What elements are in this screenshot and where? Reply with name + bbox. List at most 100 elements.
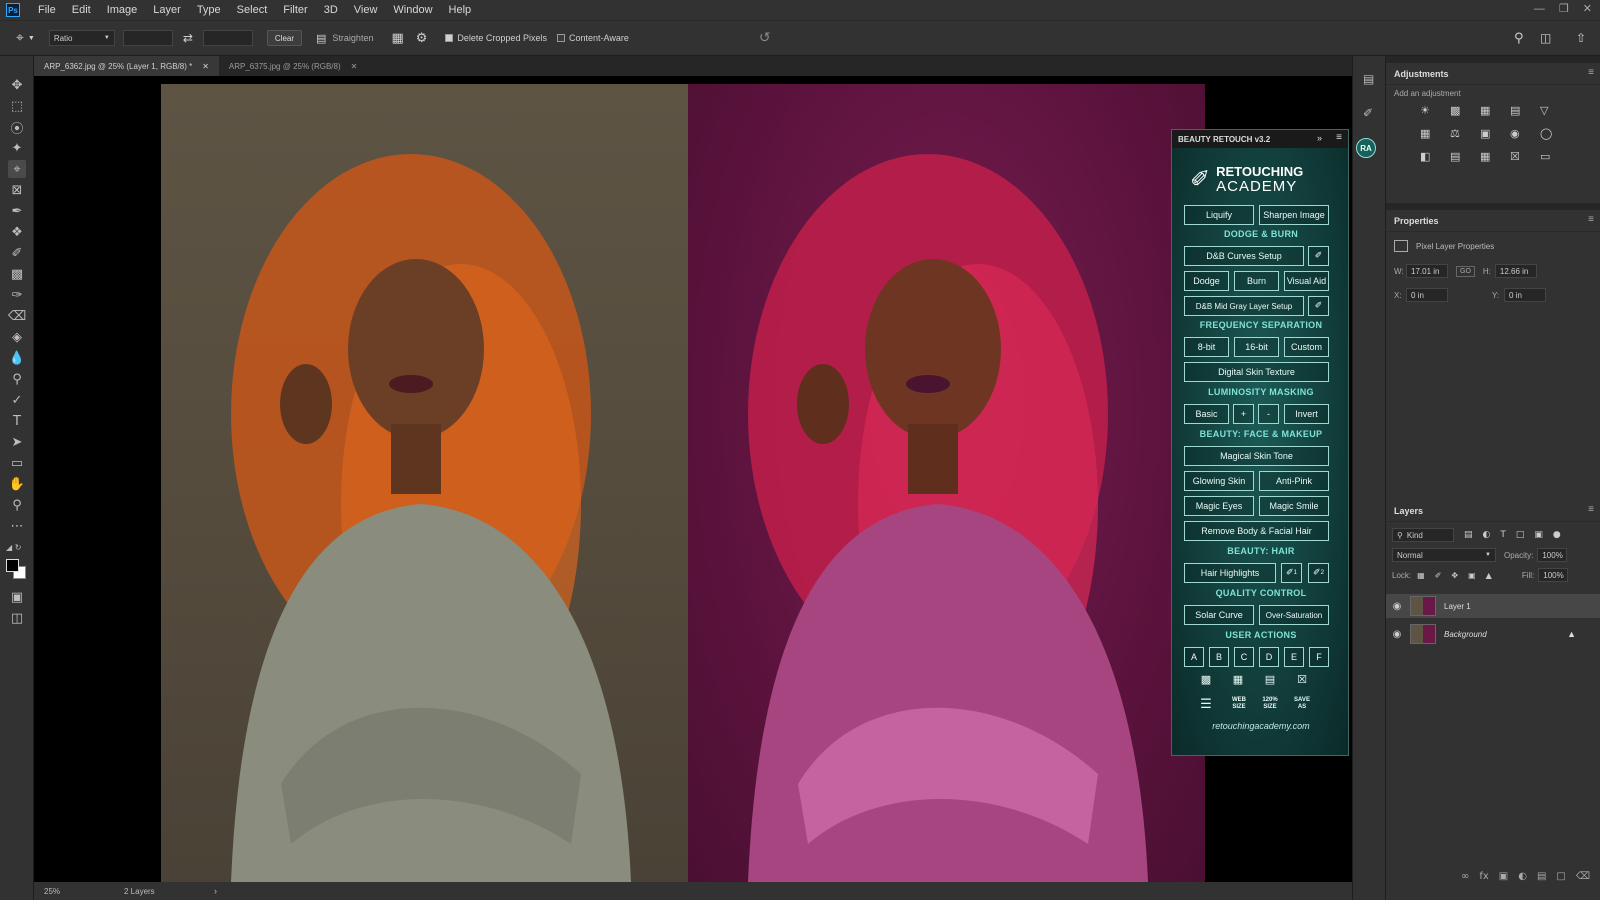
gear-icon[interactable]: ⚙ xyxy=(416,31,428,46)
eraser-tool-icon[interactable]: ⌫ xyxy=(8,307,26,325)
document-info[interactable]: 2 Layers xyxy=(124,887,214,896)
lock-paint-icon[interactable]: ✐ xyxy=(1435,571,1442,580)
size-120-button[interactable]: 120% SIZE xyxy=(1260,697,1280,711)
delete-cropped-checkbox[interactable]: Delete Cropped Pixels xyxy=(445,33,547,43)
link-layers-icon[interactable]: ∞ xyxy=(1461,871,1469,882)
magic-eyes-button[interactable]: Magic Eyes xyxy=(1184,496,1254,516)
blend-mode-dropdown[interactable]: Normal ▼ xyxy=(1392,548,1496,562)
hair-brush-2-button[interactable]: ✐ 2 xyxy=(1308,563,1329,583)
more-tools-icon[interactable]: ⋯ xyxy=(8,517,26,535)
trash-icon[interactable]: ⌫ xyxy=(1576,871,1590,882)
dodge-button[interactable]: Dodge xyxy=(1184,271,1229,291)
reset-icon[interactable]: ↺ xyxy=(759,30,771,46)
db-curves-setup-button[interactable]: D&B Curves Setup xyxy=(1184,246,1304,266)
curves-check-icon[interactable]: ▦ xyxy=(1228,673,1248,686)
close-icon[interactable]: ✕ xyxy=(1583,0,1592,18)
tab-arp-6375[interactable]: ARP_6375.jpg @ 25% (RGB/8) ✕ xyxy=(219,56,367,76)
link-icon[interactable]: GO xyxy=(1456,265,1475,277)
layer-name[interactable]: Background xyxy=(1444,630,1487,639)
digital-skin-texture-button[interactable]: Digital Skin Texture xyxy=(1184,362,1329,382)
visibility-eye-icon[interactable]: ◉ xyxy=(1390,601,1404,612)
menu-type[interactable]: Type xyxy=(189,0,229,20)
layer-name[interactable]: Layer 1 xyxy=(1444,602,1471,611)
brightness-icon[interactable]: ☀ xyxy=(1420,104,1440,117)
workspace-icon[interactable]: ◫ xyxy=(1540,31,1551,45)
menu-image[interactable]: Image xyxy=(99,0,146,20)
lock-position-icon[interactable]: ✥ xyxy=(1451,571,1458,580)
menu-select[interactable]: Select xyxy=(229,0,276,20)
sharpen-image-button[interactable]: Sharpen Image xyxy=(1259,205,1329,225)
width-ratio-input[interactable] xyxy=(122,30,173,46)
smart-object-filter-icon[interactable]: ▣ xyxy=(1534,530,1543,540)
magic-smile-button[interactable]: Magic Smile xyxy=(1259,496,1329,516)
menu-3d[interactable]: 3D xyxy=(316,0,346,20)
zoom-level[interactable]: 25% xyxy=(44,887,124,896)
anti-pink-button[interactable]: Anti-Pink xyxy=(1259,471,1329,491)
lock-all-icon[interactable]: ▲ xyxy=(1486,571,1492,580)
retouching-academy-url[interactable]: retouchingacademy.com xyxy=(1172,721,1350,731)
hair-highlights-button[interactable]: Hair Highlights xyxy=(1184,563,1276,583)
layer-row-background[interactable]: ◉ Background ▲ xyxy=(1386,622,1600,646)
screen-mode-icon[interactable]: ◫ xyxy=(8,609,26,627)
quick-mask-icon[interactable]: ▣ xyxy=(8,588,26,606)
curves-icon[interactable]: ▦ xyxy=(1480,104,1500,117)
restore-icon[interactable]: ❐ xyxy=(1559,0,1569,18)
menu-help[interactable]: Help xyxy=(441,0,480,20)
save-as-button[interactable]: SAVE AS xyxy=(1292,697,1312,711)
add-mask-icon[interactable]: ▣ xyxy=(1499,871,1508,882)
foreground-color-swatch[interactable] xyxy=(6,559,19,572)
visibility-eye-icon[interactable]: ◉ xyxy=(1390,629,1404,640)
menu-filter[interactable]: Filter xyxy=(275,0,315,20)
canvas-area[interactable] xyxy=(34,76,1352,882)
layer-row-layer-1[interactable]: ◉ Layer 1 xyxy=(1386,594,1600,618)
y-field[interactable]: 0 in xyxy=(1504,288,1546,302)
menu-edit[interactable]: Edit xyxy=(64,0,99,20)
web-size-button[interactable]: WEB SIZE xyxy=(1230,697,1248,711)
filter-toggle-icon[interactable]: ● xyxy=(1553,530,1561,540)
adjustment-filter-icon[interactable]: ◐ xyxy=(1483,530,1491,540)
swap-colors-icon[interactable]: ◢ ↻ xyxy=(6,543,21,552)
eyedropper-tool-icon[interactable]: ✒ xyxy=(8,202,26,220)
posterize-icon[interactable]: ▤ xyxy=(1450,150,1470,163)
user-action-d-button[interactable]: D xyxy=(1259,647,1279,667)
crop-tool-icon[interactable]: ⌖ xyxy=(8,160,26,178)
db-curves-brush-button[interactable]: ✐ xyxy=(1308,246,1329,266)
quick-select-tool-icon[interactable]: ✦ xyxy=(8,139,26,157)
channel-mixer-icon[interactable]: ◯ xyxy=(1540,127,1560,140)
dodge-tool-icon[interactable]: ⚲ xyxy=(8,370,26,388)
fill-field[interactable]: 100% xyxy=(1538,568,1569,582)
healing-brush-tool-icon[interactable]: ❖ xyxy=(8,223,26,241)
grid-overlay-icon[interactable]: ▦ xyxy=(391,31,403,46)
histogram-icon[interactable]: ▩ xyxy=(1196,673,1216,686)
fx-icon[interactable]: fx xyxy=(1479,871,1488,882)
path-select-tool-icon[interactable]: ➤ xyxy=(8,433,26,451)
save-icon[interactable]: ▤ xyxy=(1260,673,1280,686)
blur-tool-icon[interactable]: 💧 xyxy=(8,349,26,367)
lock-artboard-icon[interactable]: ▣ xyxy=(1468,571,1476,580)
frame-tool-icon[interactable]: ⊠ xyxy=(8,181,26,199)
document-canvas[interactable] xyxy=(34,76,1352,882)
height-field[interactable]: 12.66 in xyxy=(1494,264,1537,278)
close-icon[interactable]: ✕ xyxy=(202,62,209,71)
crop-tool-icon[interactable]: ⌖ xyxy=(16,30,24,46)
menu-file[interactable]: File xyxy=(30,0,64,20)
new-layer-icon[interactable]: □ xyxy=(1556,871,1565,882)
menu-view[interactable]: View xyxy=(346,0,386,20)
minimize-icon[interactable]: — xyxy=(1534,0,1545,18)
type-tool-icon[interactable]: T xyxy=(8,412,26,430)
16-bit-button[interactable]: 16-bit xyxy=(1234,337,1279,357)
liquify-button[interactable]: Liquify xyxy=(1184,205,1254,225)
search-icon[interactable]: ⚲ xyxy=(1514,31,1524,46)
panel-menu-icon[interactable]: ≡ xyxy=(1588,504,1594,515)
layers-stack-icon[interactable]: ☰ xyxy=(1196,697,1216,712)
color-balance-icon[interactable]: ⚖ xyxy=(1450,127,1470,140)
glowing-skin-button[interactable]: Glowing Skin xyxy=(1184,471,1254,491)
content-aware-checkbox[interactable]: Content-Aware xyxy=(556,33,629,43)
panel-menu-icon[interactable]: ≡ xyxy=(1588,67,1594,78)
invert-button[interactable]: Invert xyxy=(1284,404,1329,424)
pixel-filter-icon[interactable]: ▤ xyxy=(1464,530,1473,540)
vibrance-icon[interactable]: ▽ xyxy=(1540,104,1560,117)
brush-tool-icon[interactable]: ✐ xyxy=(8,244,26,262)
close-icon[interactable]: ✕ xyxy=(351,62,358,71)
user-action-f-button[interactable]: F xyxy=(1309,647,1329,667)
